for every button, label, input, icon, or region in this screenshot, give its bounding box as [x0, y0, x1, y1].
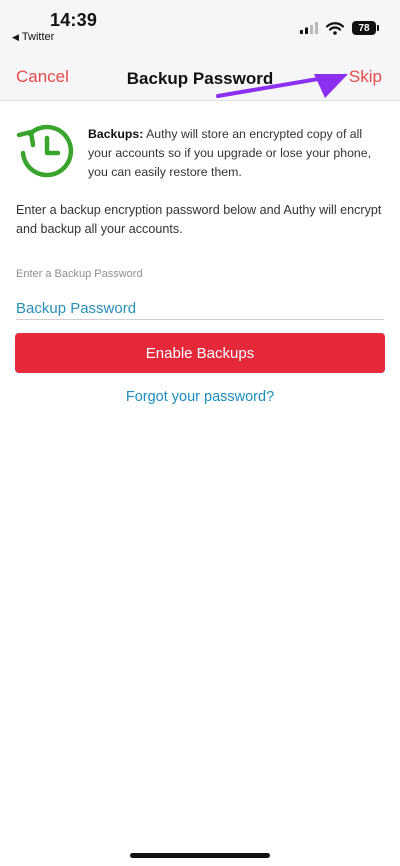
backup-history-icon	[16, 124, 74, 178]
password-field-label: Enter a Backup Password	[16, 268, 143, 280]
status-time: 14:39	[50, 10, 98, 30]
enable-backups-button[interactable]: Enable Backups	[15, 333, 385, 373]
home-indicator[interactable]	[130, 853, 270, 858]
back-app-label: Twitter	[21, 31, 55, 43]
top-bar: 14:39 ◀ Twitter 78 Cancel Backup Passwor…	[0, 0, 400, 101]
page-title: Backup Password	[126, 69, 274, 88]
backup-description: Enter a backup encryption password below…	[16, 203, 382, 236]
backups-info-text: Backups: Authy will store an encrypted c…	[88, 125, 388, 182]
status-indicators: 78	[300, 21, 379, 35]
backup-password-input[interactable]	[16, 297, 384, 320]
backups-info-bold: Backups:	[88, 127, 144, 141]
back-to-app-button[interactable]: ◀ Twitter	[12, 31, 54, 43]
battery-icon: 78	[352, 21, 379, 35]
cellular-signal-icon	[300, 22, 318, 34]
skip-button[interactable]: Skip	[349, 67, 382, 87]
back-triangle-icon: ◀	[12, 31, 19, 42]
battery-level: 78	[358, 22, 370, 34]
wifi-icon	[326, 21, 344, 35]
forgot-password-link[interactable]: Forgot your password?	[0, 389, 400, 405]
